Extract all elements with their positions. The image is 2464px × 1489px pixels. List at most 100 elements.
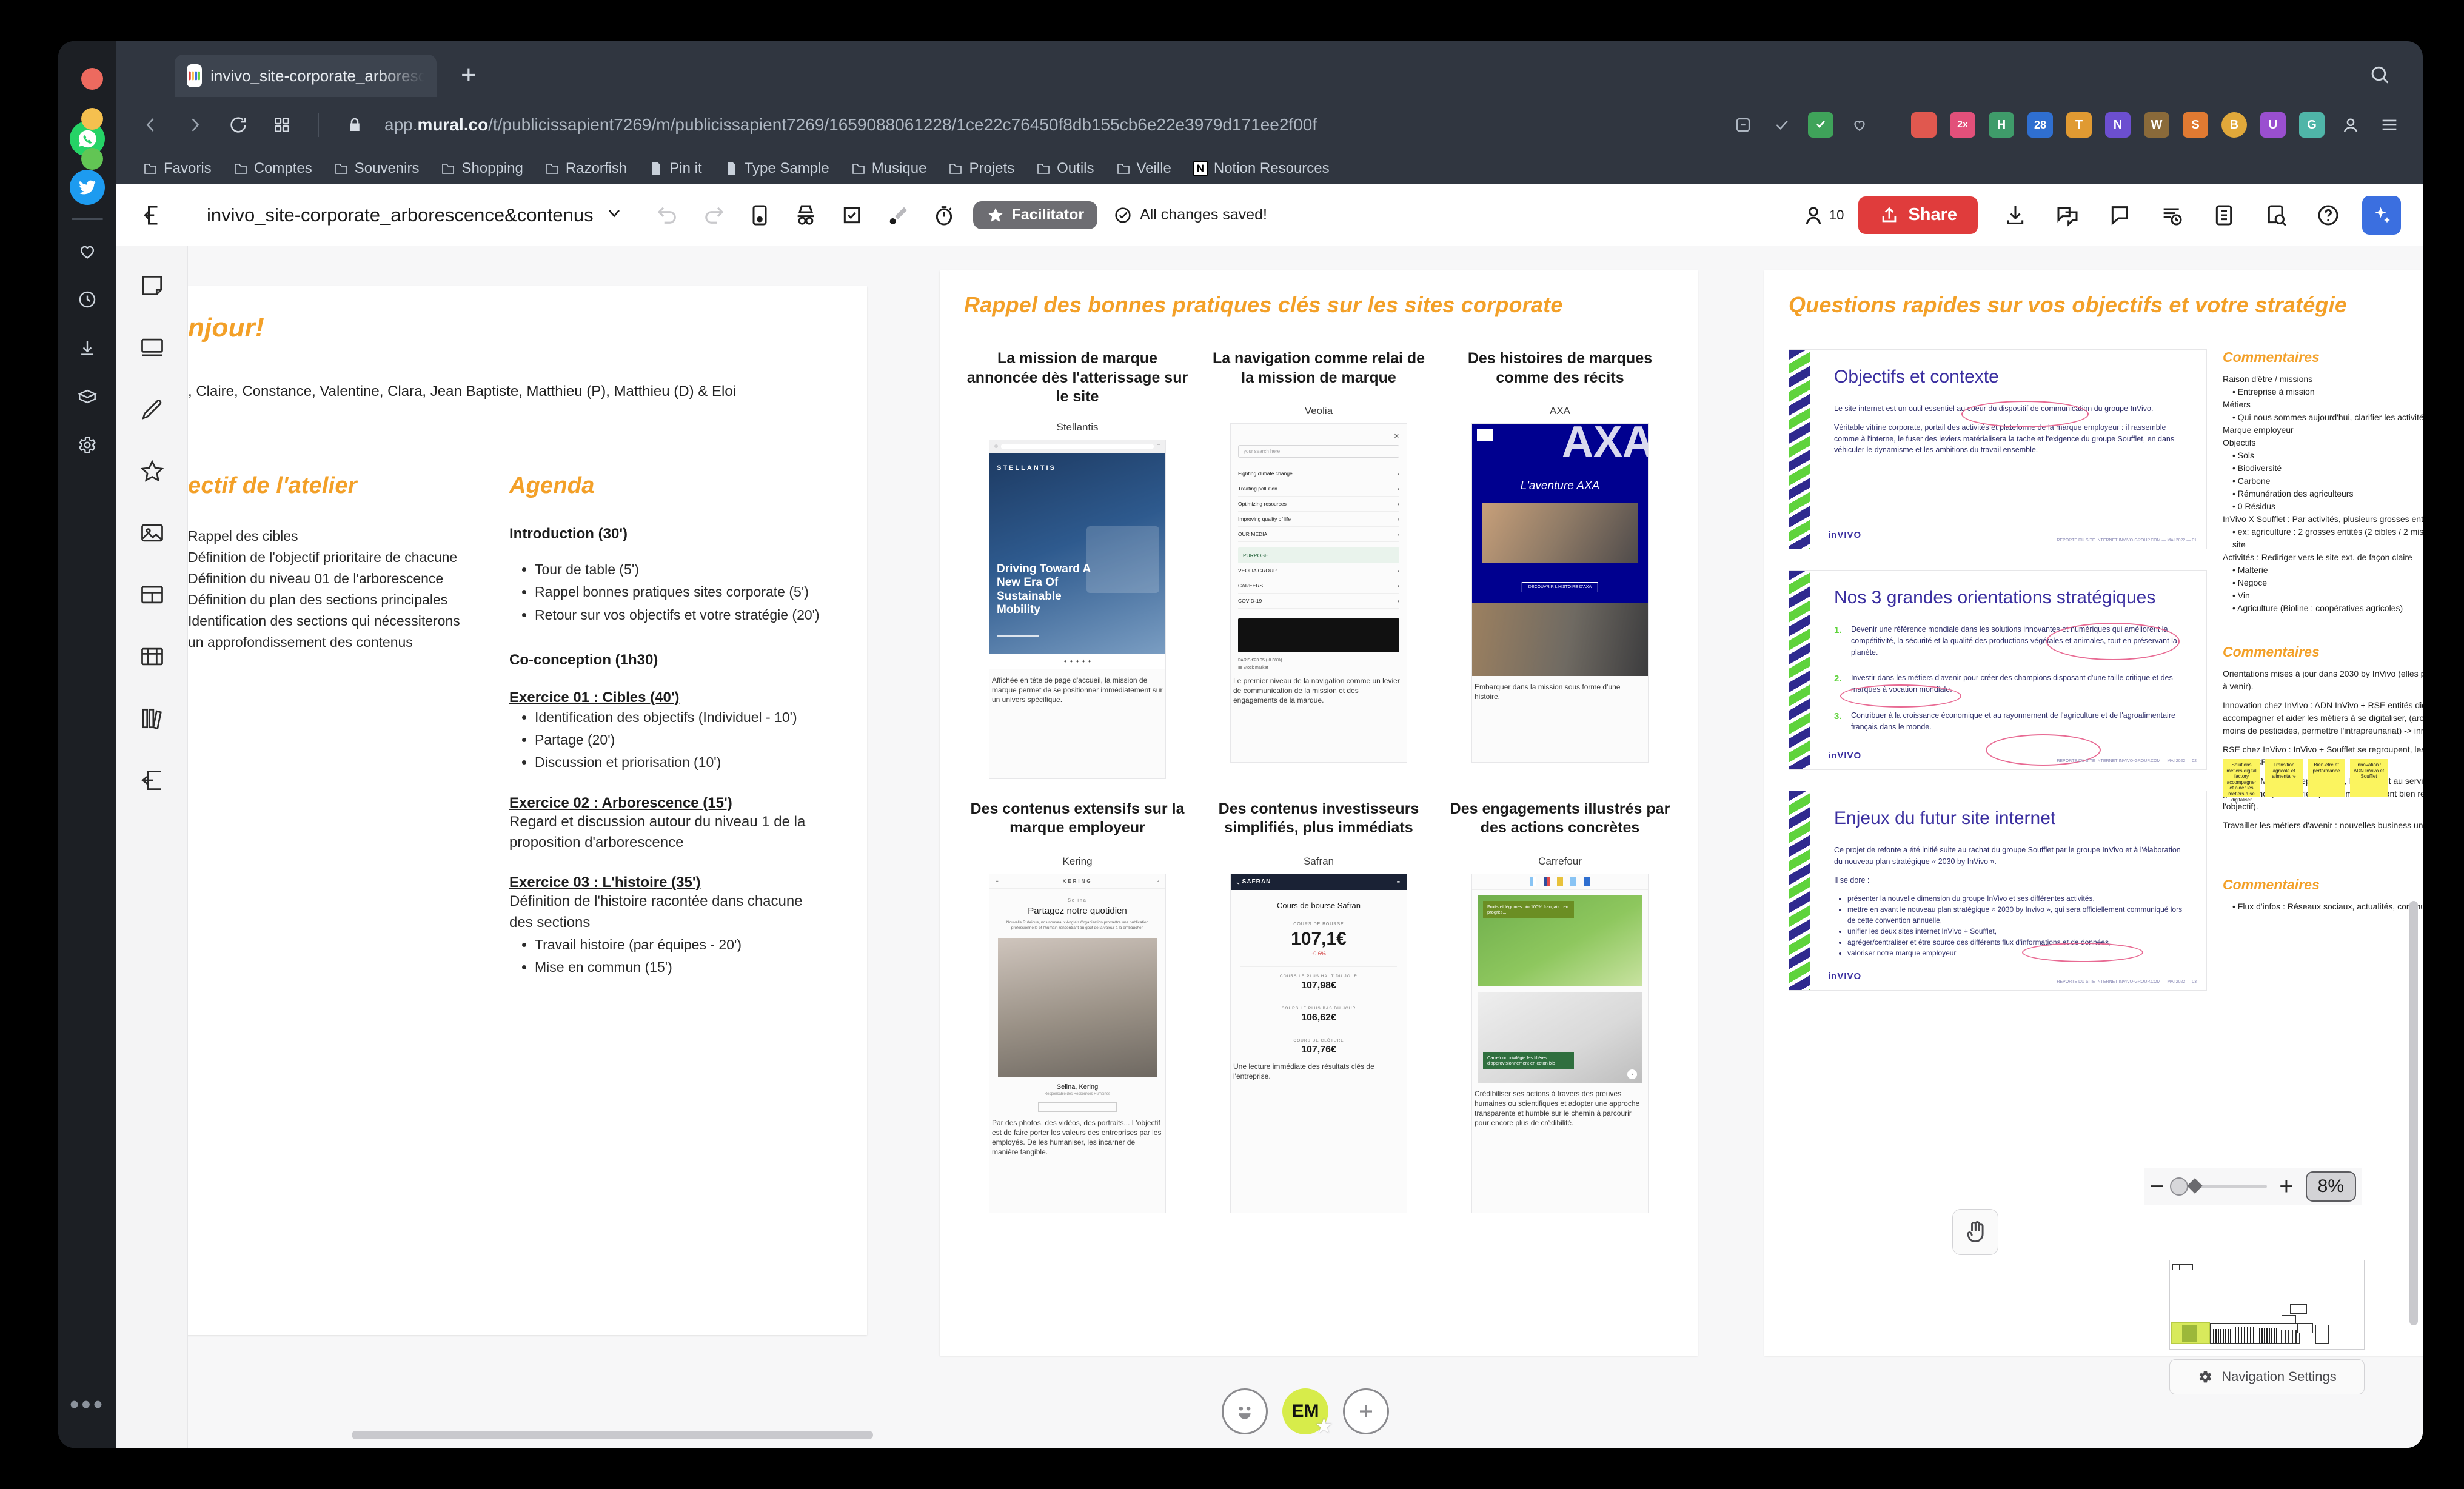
maximize-window-button[interactable] [81,148,103,170]
comment-button[interactable] [2100,196,2139,235]
practice-card[interactable]: La navigation comme relai de la mission … [1205,349,1432,779]
bookmark-type-sample[interactable]: Type Sample [715,158,838,179]
close-window-button[interactable] [81,68,103,90]
chevron-down-icon[interactable] [604,203,624,227]
veolia-nav-item[interactable]: VEOLIA GROUP › [1238,563,1399,578]
image-tool[interactable] [130,510,175,555]
grid-tool[interactable] [130,634,175,679]
extension-icon-t[interactable]: T [2066,112,2092,138]
extension-icon-3[interactable] [1808,112,1833,138]
sticky-notes-tool[interactable] [130,263,175,308]
veolia-nav-item-purpose[interactable]: PURPOSE [1238,547,1399,563]
help-button[interactable] [2309,196,2348,235]
bookmark-favoris[interactable]: Favoris [135,158,220,179]
extension-icon-s[interactable]: S [2183,112,2208,138]
practice-card[interactable]: Des histoires de marques comme des récit… [1447,349,1673,779]
slide-objectifs[interactable]: Objectifs et contexte Le site internet e… [1789,349,2207,549]
icons-tool[interactable] [130,449,175,494]
sidebar-more-button[interactable]: ••• [58,1390,116,1420]
facilitator-badge[interactable]: Facilitator [973,201,1098,229]
extension-icon-2[interactable] [1769,112,1795,138]
veolia-nav-item[interactable]: CAREERS › [1238,578,1399,594]
practice-card[interactable]: Des contenus extensifs sur la marque emp… [964,800,1191,1213]
profile-avatar-icon[interactable] [2338,112,2363,138]
archive-box-icon[interactable] [70,379,105,414]
bookmark-outils[interactable]: Outils [1028,158,1102,179]
extension-icon-2x[interactable]: 2x [1950,112,1975,138]
slide-orientations[interactable]: Nos 3 grandes orientations stratégiques … [1789,570,2207,770]
bookmark-shopping[interactable]: Shopping [432,158,531,179]
canvas-vertical-scrollbar[interactable] [2409,901,2418,1325]
board-best-practices[interactable]: Rappel des bonnes pratiques clés sur les… [940,270,1698,1356]
extension-icon-h[interactable]: H [1989,112,2014,138]
zoom-level-badge[interactable]: 8% [2305,1171,2356,1202]
share-button[interactable]: Share [1858,196,1978,234]
zoom-in-button[interactable]: + [2279,1174,2293,1199]
bookmark-comptes[interactable]: Comptes [225,158,321,179]
extension-icon-red-dot[interactable] [1911,112,1937,138]
pan-hand-tool-button[interactable] [1952,1209,1998,1255]
redo-button[interactable] [694,196,733,235]
extension-icon-u[interactable]: U [2260,112,2286,138]
mural-canvas[interactable]: njour! , Claire, Constance, Valentine, C… [188,246,2423,1448]
sticky-note[interactable]: Bien-être et performance [2308,759,2345,797]
extension-icon-1[interactable] [1730,112,1756,138]
bookmark-musique[interactable]: Musique [843,158,936,179]
reactions-tool-button[interactable] [879,196,917,235]
tab-grid-button[interactable] [268,111,296,139]
practice-card[interactable]: Des contenus investisseurs simplifiés, p… [1205,800,1432,1213]
veolia-nav-item[interactable]: Fighting climate change › [1238,466,1399,481]
browser-search-icon[interactable] [2368,63,2391,89]
browser-menu-button[interactable] [2377,112,2402,138]
reload-button[interactable] [224,111,252,139]
forward-button[interactable] [181,111,209,139]
back-button[interactable] [137,111,165,139]
bookmark-projets[interactable]: Projets [940,158,1023,179]
veolia-nav-item[interactable]: Improving quality of life › [1238,512,1399,527]
invite-people-button[interactable] [1343,1388,1389,1434]
zoom-out-button[interactable]: − [2150,1174,2164,1199]
activity-history-button[interactable] [2152,196,2191,235]
avatar[interactable]: EM ★ [1282,1388,1332,1436]
canvas-minimap[interactable] [2169,1260,2365,1350]
collaborators-count[interactable]: 10 [1801,203,1844,227]
practice-card[interactable]: Des engagements illustrés par des action… [1447,800,1673,1213]
bookmark-veille[interactable]: Veille [1108,158,1180,179]
veolia-nav-item[interactable]: OUR MEDIA › [1238,527,1399,542]
bookmark-star-icon[interactable] [1847,112,1872,138]
library-tool[interactable] [130,696,175,741]
sticky-note[interactable]: Solutions métiers digital factory accomp… [2223,759,2260,803]
templates-tool[interactable] [130,758,175,803]
mural-title[interactable]: invivo_site-corporate_arborescence&conte… [207,204,594,226]
bookmark-souvenirs[interactable]: Souvenirs [326,158,428,179]
navigation-settings-button[interactable]: Navigation Settings [2169,1359,2365,1394]
downloads-icon[interactable] [70,330,105,366]
sticky-note[interactable]: Innovation : ADN InVivo et Soufflet [2350,759,2388,797]
sticky-note[interactable]: Transition agricole et alimentaire [2265,759,2303,797]
reaction-smiley-button[interactable] [1222,1388,1268,1434]
export-button[interactable] [1996,196,2035,235]
outline-button[interactable] [2205,196,2243,235]
find-button[interactable] [2257,196,2295,235]
undo-button[interactable] [648,196,687,235]
bookmark-notion-resources[interactable]: N Notion Resources [1185,158,1338,179]
voting-tool-button[interactable] [832,196,871,235]
veolia-nav-item[interactable]: COVID-19 › [1238,594,1399,609]
veolia-nav-item[interactable]: Optimizing resources › [1238,497,1399,512]
chat-bubbles-button[interactable] [2048,196,2087,235]
pen-tool[interactable] [130,387,175,432]
veolia-nav-item[interactable]: Treating pollution › [1238,481,1399,497]
board-agenda[interactable]: njour! , Claire, Constance, Valentine, C… [188,286,867,1335]
bookmark-razorfish[interactable]: Razorfish [537,158,635,179]
axa-cta-button[interactable]: DÉCOUVRIR L'HISTOIRE D'AXA [1521,582,1599,592]
settings-gear-icon[interactable] [70,427,105,463]
extension-icon-g[interactable]: G [2299,112,2325,138]
slide-enjeux[interactable]: Enjeux du futur site internet Ce projet … [1789,791,2207,991]
zoom-slider[interactable] [2170,1177,2268,1196]
bookmark-pin-it[interactable]: Pin it [640,158,710,179]
history-clock-icon[interactable] [70,282,105,317]
address-bar[interactable]: app.mural.co/t/publicissapient7269/m/pub… [384,115,1317,135]
new-tab-button[interactable]: + [461,62,477,89]
extension-icon-28[interactable]: 28 [2027,112,2053,138]
timer-tool-button[interactable] [925,196,963,235]
